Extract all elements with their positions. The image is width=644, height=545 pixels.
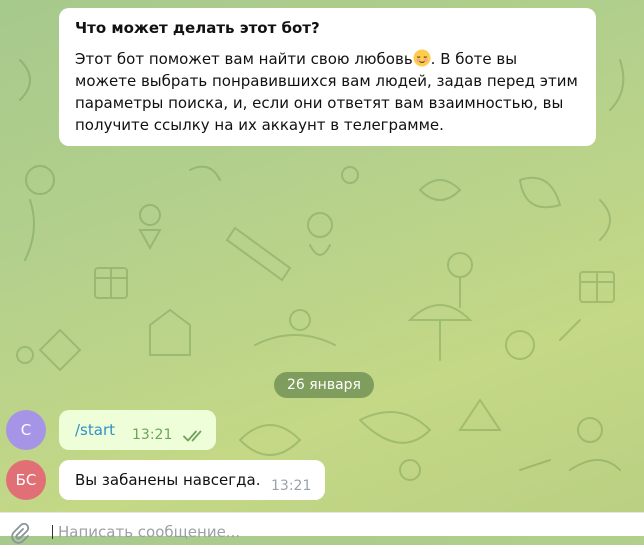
double-check-icon bbox=[183, 430, 202, 442]
bot-description-title: Что может делать этот бот? bbox=[75, 19, 320, 37]
message-text: Вы забанены навсегда. bbox=[75, 471, 261, 489]
avatar[interactable]: С bbox=[6, 410, 46, 450]
text-cursor bbox=[52, 525, 53, 539]
message-composer[interactable]: Написать сообщение... bbox=[0, 512, 644, 544]
incoming-message[interactable]: Вы забанены навсегда. 13:21 bbox=[59, 460, 325, 500]
relieved-face-emoji-icon bbox=[413, 49, 431, 67]
bot-description-text: Этот бот поможет вам найти свою любовь. … bbox=[75, 48, 580, 136]
bot-command-link[interactable]: /start bbox=[75, 421, 115, 439]
message-time: 13:21 bbox=[132, 427, 173, 443]
message-input[interactable]: Написать сообщение... bbox=[58, 523, 240, 541]
date-separator: 26 января bbox=[274, 372, 374, 398]
avatar[interactable]: БС bbox=[6, 460, 46, 500]
bot-description-text-part1: Этот бот поможет вам найти свою любовь bbox=[75, 50, 413, 68]
outgoing-message[interactable]: /start 13:21 bbox=[59, 410, 216, 450]
bot-description-card: Что может делать этот бот? Этот бот помо… bbox=[59, 8, 596, 146]
paperclip-icon[interactable] bbox=[9, 523, 31, 545]
message-time: 13:21 bbox=[271, 478, 312, 494]
